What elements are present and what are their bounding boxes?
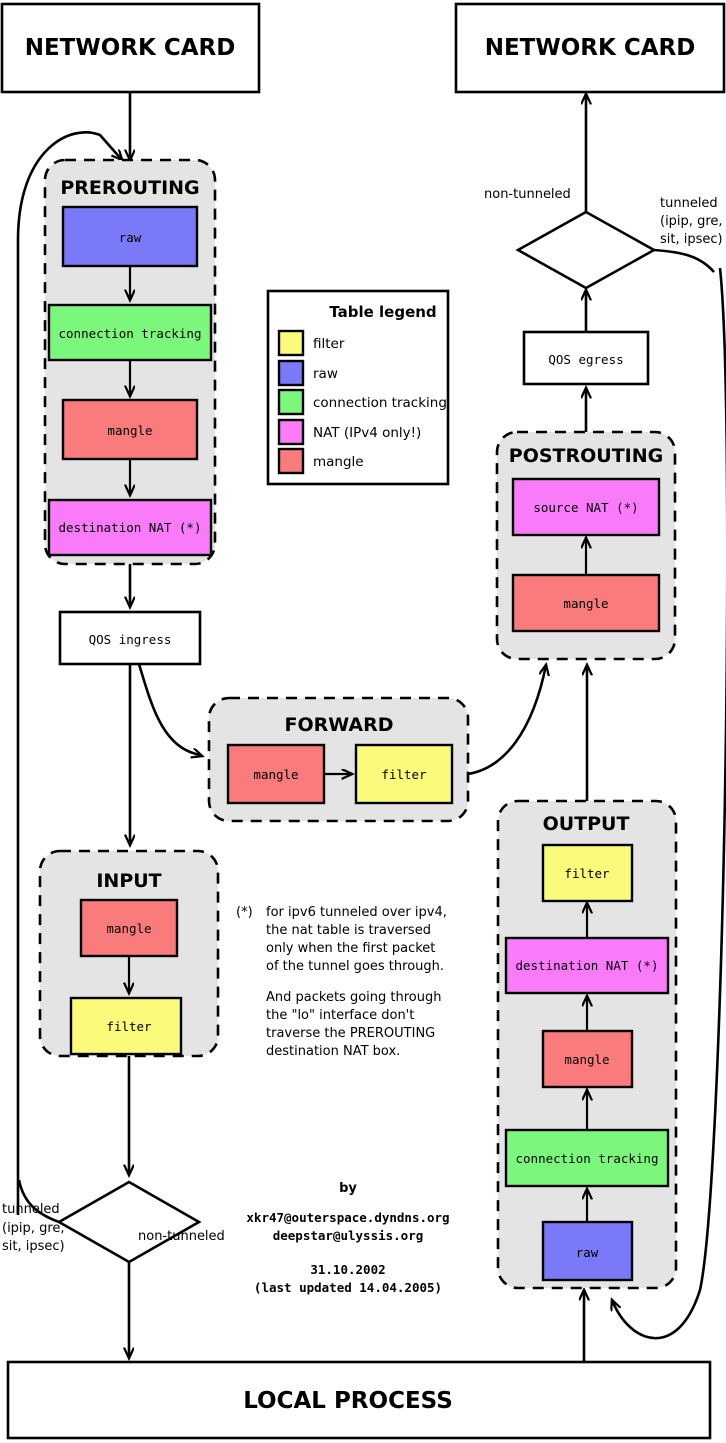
chain-postrouting-title: POSTROUTING	[509, 445, 663, 467]
footnote-block: (*) for ipv6 tunneled over ipv4, the nat…	[236, 905, 447, 1059]
table-prerouting-mangle-label: mangle	[107, 423, 152, 438]
footnote-line-8: traverse the PREROUTING	[266, 1026, 435, 1041]
footnote-line-3: only when the first packet	[266, 941, 435, 956]
credits-date: 31.10.2002	[310, 1262, 385, 1277]
table-legend-title: Table legend	[329, 303, 436, 321]
legend-label-nat: NAT (IPv4 only!)	[313, 425, 421, 441]
credits-block: by xkr47@outerspace.dyndns.org deepstar@…	[246, 1181, 449, 1295]
egress-tunneled-label-line1: tunneled	[660, 196, 718, 211]
table-prerouting-raw-label: raw	[119, 230, 142, 245]
table-postrouting-mangle-label: mangle	[563, 596, 608, 611]
edge-qos-ingress-to-forward	[137, 663, 202, 756]
legend-label-conntrack: connection tracking	[313, 395, 447, 411]
edge-egress-tunneled-branch	[653, 248, 715, 273]
footnote-line-6: And packets going through	[266, 990, 441, 1005]
credits-email-primary: xkr47@outerspace.dyndns.org	[246, 1210, 449, 1225]
table-output-mangle-label: mangle	[564, 1052, 609, 1067]
ingress-tunneled-label-line3: sit, ipsec)	[2, 1239, 65, 1254]
chain-output: OUTPUT filter destination NAT (*) mangle…	[496, 799, 678, 1290]
table-output-filter-label: filter	[564, 866, 610, 881]
table-input-mangle-label: mangle	[106, 921, 151, 936]
legend-label-mangle: mangle	[313, 454, 364, 470]
chain-output-title: OUTPUT	[543, 813, 630, 835]
table-postrouting-snat-label: source NAT (*)	[533, 500, 638, 515]
edge-forward-to-postrouting	[467, 665, 546, 776]
qos-ingress-label: QOS ingress	[89, 632, 172, 647]
ingress-tunneled-label-line2: (ipip, gre,	[2, 1221, 65, 1236]
qos-ingress-box: QOS ingress	[58, 610, 202, 666]
ingress-tunneled-label-line1: tunneled	[2, 1202, 60, 1217]
network-card-in-label: NETWORK CARD	[25, 35, 236, 61]
table-legend: Table legend filter raw connection track…	[266, 289, 450, 486]
legend-swatch-conntrack	[277, 388, 305, 416]
chain-postrouting: POSTROUTING source NAT (*) mangle	[495, 430, 677, 661]
footnote-line-4: of the tunnel goes through.	[266, 959, 444, 974]
network-card-out-box: NETWORK CARD	[454, 2, 726, 94]
egress-tunneled-label-line2: (ipip, gre,	[660, 214, 723, 229]
table-output-raw-label: raw	[576, 1245, 599, 1260]
table-prerouting-conntrack-label: connection tracking	[59, 326, 202, 341]
table-output-conntrack-label: connection tracking	[516, 1151, 659, 1166]
local-process-box: LOCAL PROCESS	[6, 1360, 712, 1440]
legend-swatch-nat	[277, 418, 305, 446]
netfilter-packet-flow-diagram: NETWORK CARD NETWORK CARD PREROUTING raw…	[0, 0, 726, 1443]
table-forward-mangle-label: mangle	[253, 767, 298, 782]
table-output-dnat-label: destination NAT (*)	[516, 958, 659, 973]
egress-tunnel-decision-diamond	[515, 210, 657, 290]
egress-tunneled-label-line3: sit, ipsec)	[660, 232, 723, 247]
network-card-out-label: NETWORK CARD	[485, 35, 696, 61]
footnote-marker: (*)	[236, 905, 253, 920]
chain-prerouting: PREROUTING raw connection tracking mangl…	[43, 158, 217, 566]
local-process-label: LOCAL PROCESS	[243, 1388, 453, 1414]
egress-non-tunneled-label: non-tunneled	[484, 187, 571, 202]
chain-forward: FORWARD mangle filter	[207, 696, 470, 823]
legend-swatch-raw	[277, 359, 305, 387]
chain-prerouting-title: PREROUTING	[60, 177, 199, 199]
footnote-line-1: for ipv6 tunneled over ipv4,	[266, 905, 447, 920]
credits-last-updated: (last updated 14.04.2005)	[254, 1280, 442, 1295]
network-card-in-box: NETWORK CARD	[0, 2, 261, 94]
chain-input-title: INPUT	[96, 870, 161, 892]
credits-by-label: by	[339, 1181, 357, 1196]
footnote-line-2: the nat table is traversed	[266, 923, 431, 938]
chain-input: INPUT mangle filter	[38, 849, 220, 1058]
table-forward-filter-label: filter	[381, 767, 427, 782]
legend-label-filter: filter	[313, 336, 345, 352]
footnote-line-9: destination NAT box.	[266, 1044, 400, 1059]
qos-egress-box: QOS egress	[522, 330, 650, 386]
ingress-tunnel-decision-diamond	[56, 1180, 202, 1264]
table-input-filter-label: filter	[106, 1019, 152, 1034]
credits-email-secondary: deepstar@ulyssis.org	[273, 1228, 424, 1243]
legend-label-raw: raw	[313, 366, 338, 382]
legend-swatch-filter	[277, 329, 305, 357]
footnote-line-7: the "lo" interface don't	[266, 1008, 414, 1023]
chain-forward-title: FORWARD	[285, 714, 394, 736]
ingress-non-tunneled-label: non-tunneled	[138, 1229, 225, 1244]
table-prerouting-dnat-label: destination NAT (*)	[59, 520, 202, 535]
qos-egress-label: QOS egress	[548, 352, 623, 367]
legend-swatch-mangle	[277, 447, 305, 475]
